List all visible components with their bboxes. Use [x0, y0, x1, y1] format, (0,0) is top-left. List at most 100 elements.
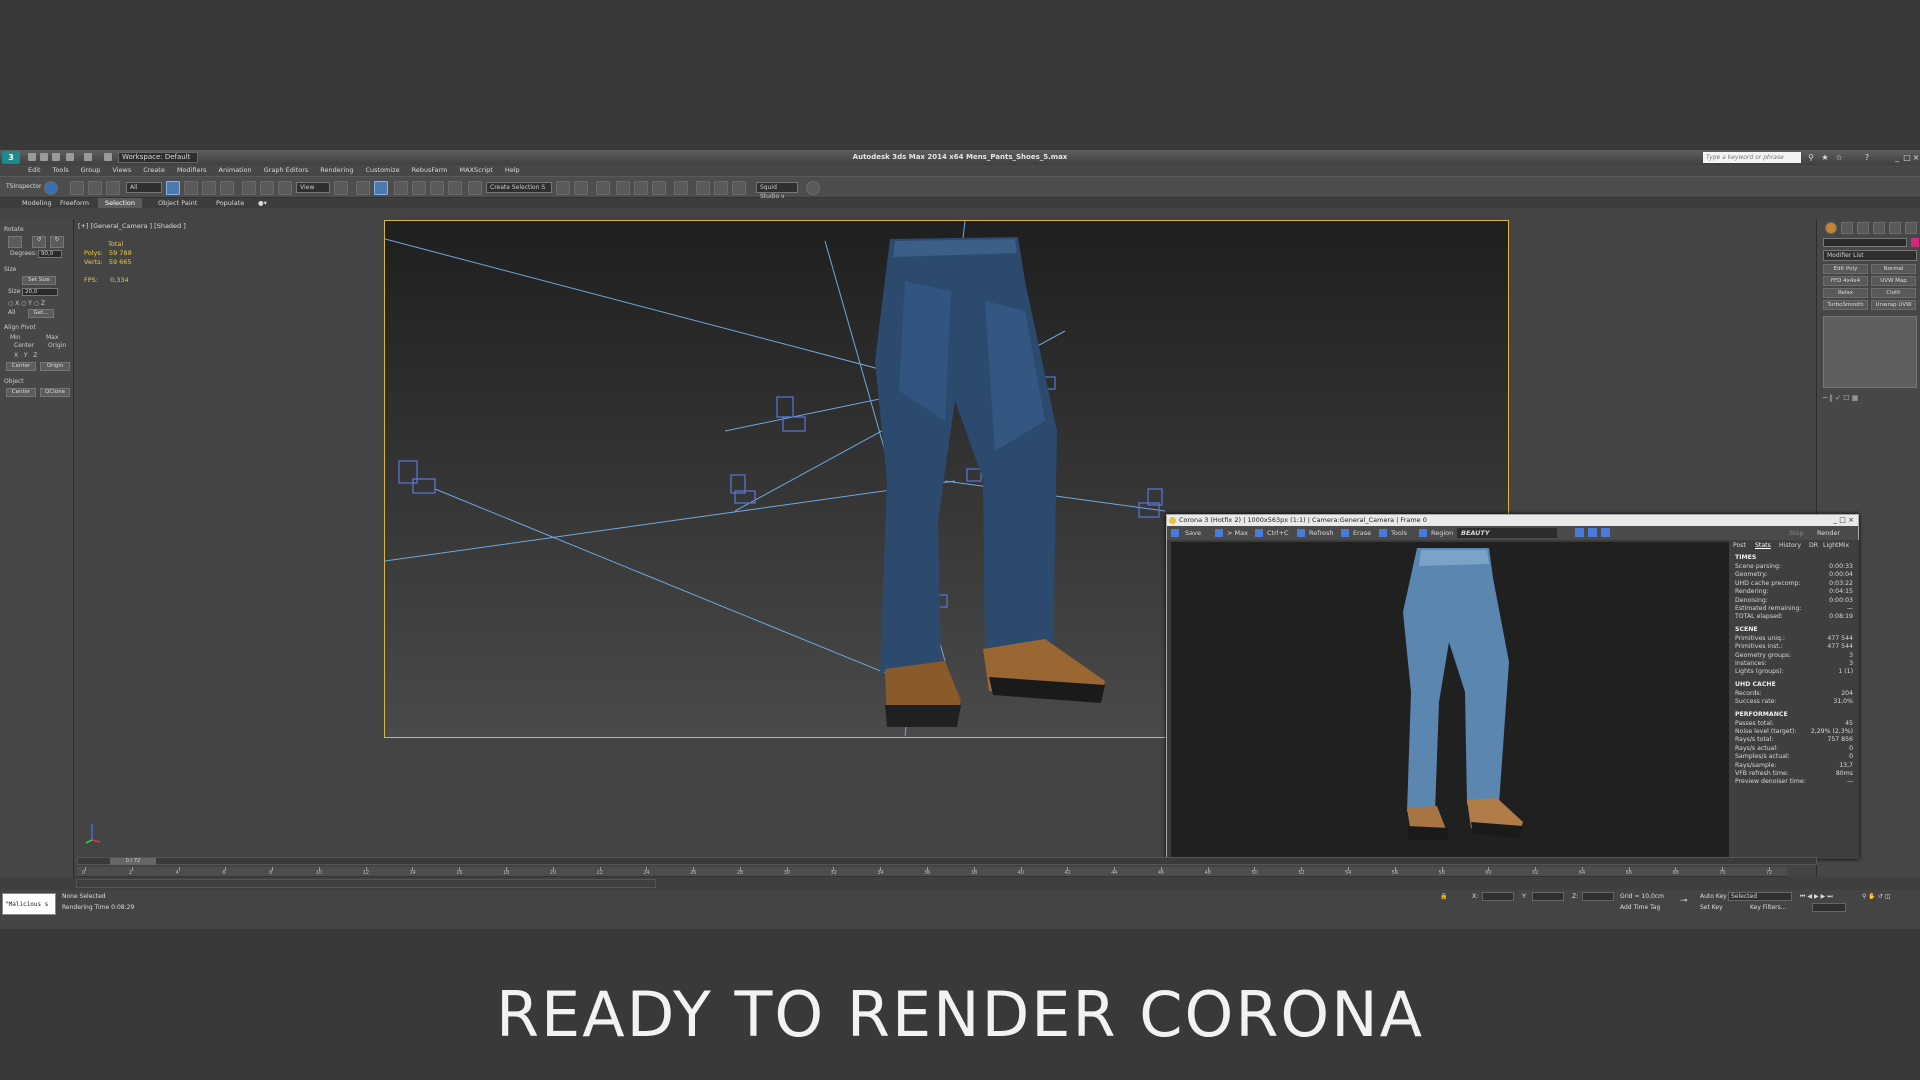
scale-icon[interactable]	[278, 181, 292, 195]
camera-gizmo-3[interactable]	[730, 474, 746, 494]
render-button[interactable]: Render	[1817, 526, 1840, 540]
render-production-icon[interactable]	[732, 181, 746, 195]
modifier-button-unwrap-uvw[interactable]: Unwrap UVW	[1871, 300, 1916, 310]
pivot-center-button[interactable]: Center	[6, 362, 36, 371]
modifier-button-normal[interactable]: Normal	[1871, 264, 1916, 274]
infocenter-icon[interactable]: ★	[1820, 153, 1830, 162]
z-coordinate-field[interactable]	[1582, 892, 1614, 901]
close-button[interactable]: ×	[1911, 153, 1920, 162]
x-coordinate-field[interactable]	[1482, 892, 1514, 901]
minimize-button[interactable]: _	[1892, 153, 1902, 162]
viewport-navigation-icons[interactable]: ⚲✋↺◫	[1862, 893, 1893, 900]
angle-snap-icon[interactable]	[412, 181, 426, 195]
pivot-origin-button[interactable]: Origin	[40, 362, 70, 371]
material-editor-icon[interactable]	[674, 181, 688, 195]
tab-freeform[interactable]: Freeform	[56, 198, 93, 208]
curve-editor-icon[interactable]	[652, 181, 666, 195]
erase-button[interactable]: Erase	[1353, 526, 1371, 540]
all-checkbox-label[interactable]: All	[8, 309, 15, 316]
camera-gizmo-1[interactable]	[398, 460, 418, 484]
object-center-button[interactable]: Center	[6, 388, 36, 397]
render-element-dropdown[interactable]: BEAUTY	[1457, 528, 1557, 538]
menu-views[interactable]: Views	[106, 165, 137, 176]
tools-button[interactable]: Tools	[1391, 526, 1407, 540]
refresh-icon[interactable]	[806, 181, 820, 195]
rendered-image[interactable]	[1171, 542, 1729, 858]
menu-help[interactable]: Help	[499, 165, 526, 176]
zoom-in-icon[interactable]	[1575, 528, 1584, 537]
align-icon[interactable]	[574, 181, 588, 195]
track-bar[interactable]: 0 2 4 6 8 10 12 14 16 18 20 22 24 26 28 30 32 34 36 38 40 42 4…	[77, 867, 1787, 877]
rotate-icon[interactable]	[260, 181, 274, 195]
ts-inspector-label[interactable]: TSInspector	[6, 183, 41, 190]
menu-rebusfarm[interactable]: RebusFarm	[406, 165, 454, 176]
time-slider[interactable]: 0 / 72	[77, 857, 1817, 865]
menu-maxscript[interactable]: MAXScript	[453, 165, 498, 176]
refresh-button[interactable]: Refresh	[1309, 526, 1334, 540]
spinner-snap-icon[interactable]	[448, 181, 462, 195]
object-name-field[interactable]	[1823, 238, 1907, 247]
named-selection-dropdown[interactable]: Create Selection S	[486, 182, 552, 193]
copy-button[interactable]: Ctrl+C	[1267, 526, 1289, 540]
window-crossing-icon[interactable]	[220, 181, 234, 195]
rotate-cw-icon[interactable]: ↻	[50, 236, 64, 248]
zoom-out-icon[interactable]	[1588, 528, 1597, 537]
selection-filter-dropdown[interactable]: All	[126, 182, 162, 193]
key-filters-button[interactable]: Key Filters...	[1750, 904, 1787, 911]
region-button[interactable]: Region	[1431, 526, 1453, 540]
modifier-stack[interactable]	[1823, 316, 1917, 388]
mirror-icon[interactable]	[556, 181, 570, 195]
edit-named-selection-icon[interactable]	[468, 181, 482, 195]
motion-tab-icon[interactable]	[1873, 222, 1885, 234]
camera-gizmo-2[interactable]	[776, 396, 794, 418]
graphite-ribbon-icon[interactable]	[634, 181, 648, 195]
key-selection-dropdown[interactable]: Selected	[1728, 892, 1792, 901]
move-icon[interactable]	[242, 181, 256, 195]
scene-explorer-icon[interactable]	[596, 181, 610, 195]
tab-history[interactable]: History	[1779, 542, 1801, 549]
tab-object-paint[interactable]: Object Paint	[154, 198, 201, 208]
min-radio[interactable]: Min	[10, 334, 21, 341]
menu-animation[interactable]: Animation	[213, 165, 258, 176]
search-input[interactable]: Type a keyword or phrase	[1703, 152, 1801, 163]
y-coordinate-field[interactable]	[1532, 892, 1564, 901]
vfb-window-controls[interactable]: _ □ ×	[1834, 516, 1854, 524]
modify-tab-icon[interactable]	[1841, 222, 1853, 234]
get-button[interactable]: Get...	[28, 309, 54, 318]
maxscript-listener[interactable]: "Malicious s	[2, 893, 56, 915]
unlink-icon[interactable]	[88, 181, 102, 195]
jeans-model[interactable]	[875, 237, 1057, 673]
menu-customize[interactable]: Customize	[359, 165, 405, 176]
key-mode-icon[interactable]: ⊸	[1680, 896, 1688, 906]
menu-group[interactable]: Group	[75, 165, 107, 176]
select-manipulate-icon[interactable]	[356, 181, 370, 195]
modifier-list-dropdown[interactable]: Modifier List	[1823, 250, 1917, 261]
corona-frame-buffer[interactable]: Corona 3 (Hotfix 2) | 1000x563px (1:1) |…	[1166, 514, 1859, 859]
object-color-swatch[interactable]	[1911, 238, 1919, 247]
ribbon-toggle-icon[interactable]: ●▾	[254, 198, 271, 208]
display-tab-icon[interactable]	[1889, 222, 1901, 234]
menu-rendering[interactable]: Rendering	[314, 165, 359, 176]
to-max-button[interactable]: > Max	[1227, 526, 1248, 540]
select-by-name-icon[interactable]	[184, 181, 198, 195]
squid-studio-dropdown[interactable]: Squid Studio v	[756, 182, 798, 200]
rectangular-selection-icon[interactable]	[202, 181, 216, 195]
keyboard-shortcut-icon[interactable]	[374, 181, 388, 195]
snaps-toggle-icon[interactable]	[394, 181, 408, 195]
center-radio[interactable]: Center	[14, 342, 34, 349]
favorites-icon[interactable]: ☆	[1834, 153, 1844, 162]
hierarchy-tab-icon[interactable]	[1857, 222, 1869, 234]
ts-inspector-icon[interactable]	[44, 181, 58, 195]
current-frame-field[interactable]	[1812, 903, 1846, 912]
add-time-tag[interactable]: Add Time Tag	[1620, 904, 1660, 911]
max-radio[interactable]: Max	[46, 334, 58, 341]
pivot-axis-buttons[interactable]: X Y Z	[14, 352, 37, 359]
layer-manager-icon[interactable]	[616, 181, 630, 195]
bind-space-warp-icon[interactable]	[106, 181, 120, 195]
viewport-label[interactable]: [+] [General_Camera ] [Shaded ]	[78, 222, 186, 230]
lock-selection-icon[interactable]: 🔒	[1440, 893, 1447, 900]
size-field[interactable]: 20,0	[22, 288, 58, 296]
axis-checkboxes[interactable]: ○ X ○ Y ○ Z	[8, 300, 45, 307]
modifier-button-ffd[interactable]: FFD 4x4x4	[1823, 276, 1868, 286]
stop-button[interactable]: Stop	[1789, 526, 1804, 540]
